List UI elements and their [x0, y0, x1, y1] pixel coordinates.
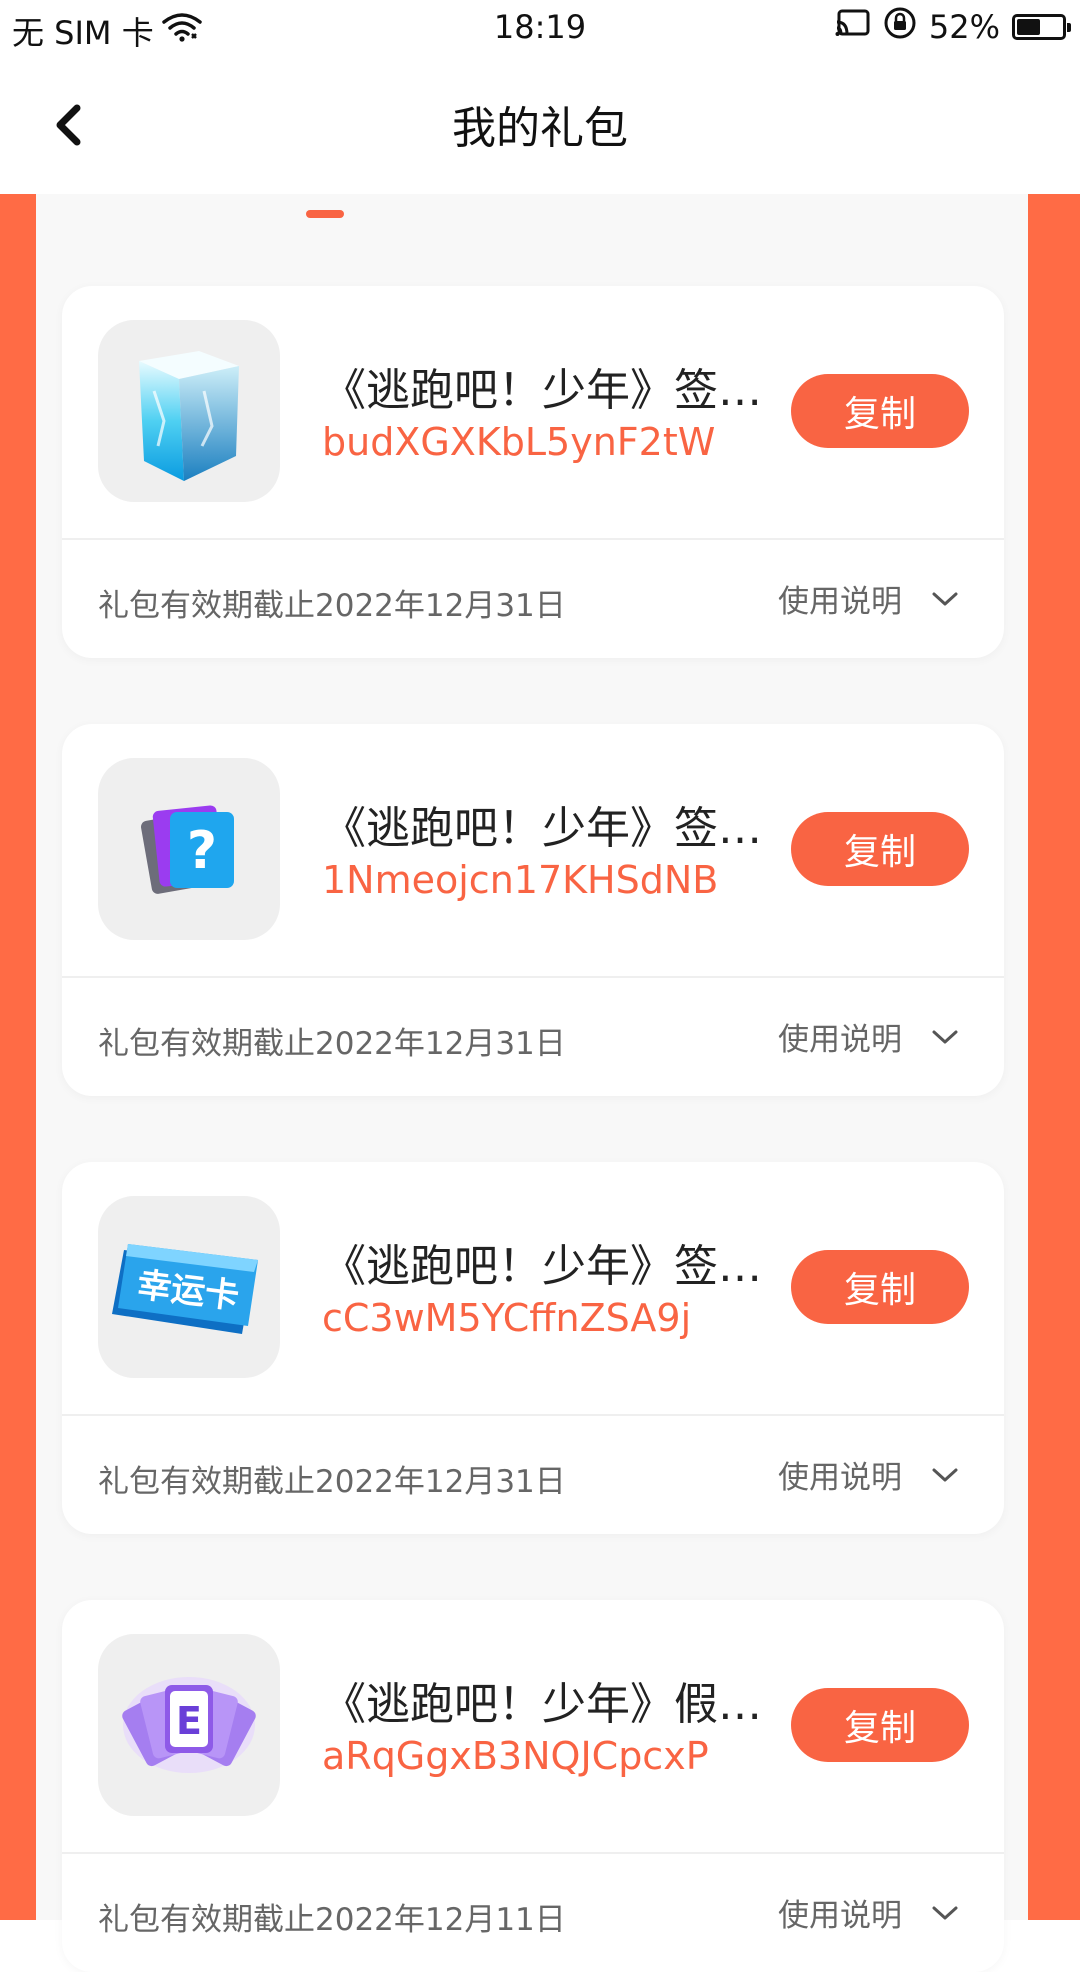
gift-title: 《逃跑吧！少年》签…: [322, 803, 762, 854]
e-cards-icon: E: [98, 1634, 280, 1816]
usage-guide-label: 使用说明: [778, 1022, 902, 1058]
usage-guide-label: 使用说明: [778, 584, 902, 620]
expiry-text: 礼包有效期截止2022年12月31日: [98, 1464, 566, 1500]
gift-card: ? 《逃跑吧！少年》签… 1Nmeojcn17KHSdNB 复制 礼包有效期截止…: [62, 724, 1004, 1096]
card-divider: [62, 976, 1004, 978]
usage-guide-label: 使用说明: [778, 1898, 902, 1934]
chevron-down-icon: [930, 1460, 960, 1490]
status-bar: 无 SIM 卡 18:19 52%: [0, 0, 1080, 56]
expiry-text: 礼包有效期截止2022年12月31日: [98, 1026, 566, 1062]
nav-bar: 我的礼包: [0, 56, 1080, 194]
expiry-text: 礼包有效期截止2022年12月11日: [98, 1902, 566, 1938]
gift-card-header: E 《逃跑吧！少年》假… aRqGgxB3NQJCpcxP 复制: [62, 1600, 1004, 1852]
copy-button[interactable]: 复制: [791, 812, 969, 886]
copy-button[interactable]: 复制: [791, 1250, 969, 1324]
gift-card-header: ? 《逃跑吧！少年》签… 1Nmeojcn17KHSdNB 复制: [62, 724, 1004, 976]
card-divider: [62, 538, 1004, 540]
copy-button[interactable]: 复制: [791, 1688, 969, 1762]
gift-card: 《逃跑吧！少年》签… budXGXKbL5ynF2tW 复制 礼包有效期截止20…: [62, 286, 1004, 658]
mystery-card-icon: ?: [98, 758, 280, 940]
battery-level: [1017, 19, 1040, 35]
battery-icon: [1012, 14, 1071, 40]
usage-guide-toggle[interactable]: 使用说明: [778, 1014, 960, 1059]
chevron-down-icon: [930, 584, 960, 614]
gift-code: cC3wM5YCffnZSA9j: [322, 1296, 692, 1340]
expiry-text: 礼包有效期截止2022年12月31日: [98, 588, 566, 624]
gift-card-header: 《逃跑吧！少年》签… budXGXKbL5ynF2tW 复制: [62, 286, 1004, 538]
gift-card: E 《逃跑吧！少年》假… aRqGgxB3NQJCpcxP 复制 礼包有效期截止…: [62, 1600, 1004, 1972]
gift-title: 《逃跑吧！少年》假…: [322, 1679, 762, 1730]
usage-guide-toggle[interactable]: 使用说明: [778, 1890, 960, 1935]
gift-code: 1Nmeojcn17KHSdNB: [322, 858, 719, 902]
lucky-card-icon: 幸运卡: [98, 1196, 280, 1378]
rotation-lock-icon: [883, 6, 917, 48]
usage-guide-toggle[interactable]: 使用说明: [778, 1452, 960, 1497]
tab-indicator: [306, 210, 344, 218]
chevron-down-icon: [930, 1022, 960, 1052]
gift-card: 幸运卡 《逃跑吧！少年》签… cC3wM5YCffnZSA9j 复制 礼包有效期…: [62, 1162, 1004, 1534]
gift-code: aRqGgxB3NQJCpcxP: [322, 1734, 709, 1778]
ice-cube-icon: [98, 320, 280, 502]
copy-button[interactable]: 复制: [791, 374, 969, 448]
svg-text:?: ?: [187, 821, 217, 881]
gift-title: 《逃跑吧！少年》签…: [322, 1241, 762, 1292]
page-title: 我的礼包: [452, 103, 628, 154]
gift-title: 《逃跑吧！少年》签…: [322, 365, 762, 416]
card-divider: [62, 1414, 1004, 1416]
chevron-down-icon: [930, 1898, 960, 1928]
cast-icon: [835, 8, 871, 46]
svg-text:E: E: [176, 1699, 202, 1743]
gift-card-header: 幸运卡 《逃跑吧！少年》签… cC3wM5YCffnZSA9j 复制: [62, 1162, 1004, 1414]
gift-code: budXGXKbL5ynF2tW: [322, 420, 716, 464]
battery-text: 52%: [928, 8, 1000, 46]
card-divider: [62, 1852, 1004, 1854]
usage-guide-label: 使用说明: [778, 1460, 902, 1496]
status-right: 52%: [835, 6, 1071, 48]
usage-guide-toggle[interactable]: 使用说明: [778, 576, 960, 621]
